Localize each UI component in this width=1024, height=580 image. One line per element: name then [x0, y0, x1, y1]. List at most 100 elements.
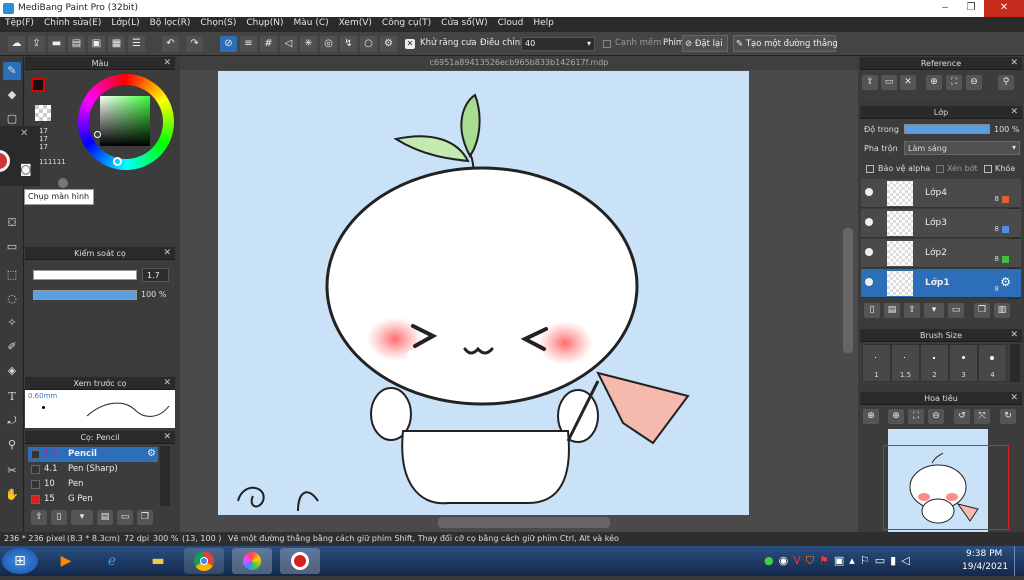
select-eraser-icon[interactable]: ◈	[3, 362, 21, 380]
tray-green-icon[interactable]: ●	[764, 554, 774, 568]
snap-checkbox[interactable]	[603, 40, 611, 48]
menu-color[interactable]: Màu (C)	[289, 17, 334, 32]
menu-window[interactable]: Cửa sổ(W)	[436, 17, 492, 32]
divide-tool-icon[interactable]: ✂	[3, 462, 21, 480]
brush-size-cell[interactable]: 1.5	[891, 344, 920, 382]
text-tool-icon[interactable]: T	[3, 388, 21, 406]
menu-layer[interactable]: Lớp(L)	[106, 17, 144, 32]
bucket-tool-icon[interactable]: ⛋	[3, 214, 21, 232]
document-icon[interactable]: ▤	[68, 36, 85, 52]
menu-filter[interactable]: Bộ lọc(R)	[145, 17, 196, 32]
tray-chevron-icon[interactable]: ▴	[849, 554, 855, 568]
protect-alpha-checkbox[interactable]	[866, 165, 874, 173]
document-tab[interactable]: c6951a89413526ecb965b833b142617f.mdp	[180, 56, 858, 70]
eye-icon[interactable]	[865, 188, 873, 196]
create-line-button[interactable]: ✎ Tạo một đường thẳng	[733, 35, 838, 52]
magic-wand-icon[interactable]: ✧	[3, 314, 21, 332]
folder-icon[interactable]: ▬	[138, 548, 178, 574]
undo-icon[interactable]: ↶	[162, 36, 179, 52]
media-player-icon[interactable]: ▶	[46, 548, 86, 574]
copy-icon[interactable]: ❐	[974, 303, 990, 318]
minimize-button[interactable]: ‒	[932, 0, 958, 17]
gear-icon[interactable]: ⚙	[380, 36, 397, 52]
redo-icon[interactable]: ↷	[186, 36, 203, 52]
zoom-out-icon[interactable]: ⊖	[928, 409, 944, 424]
rotate-right-icon[interactable]: ↻	[1000, 409, 1016, 424]
tray-display-icon[interactable]: ▭	[875, 554, 885, 568]
tray-network-icon[interactable]: ▮	[890, 554, 896, 568]
operation-tool-icon[interactable]: ⤾	[3, 412, 21, 430]
tray-flag-icon[interactable]: ⚑	[819, 554, 829, 568]
brush-size-cell[interactable]: 2	[920, 344, 949, 382]
dropper-icon[interactable]: ⚲	[998, 75, 1014, 90]
ellipse-icon[interactable]: ○	[360, 36, 377, 52]
brush-size-cell[interactable]: 1	[862, 344, 891, 382]
eye-icon[interactable]	[865, 248, 873, 256]
document-icon[interactable]: ▤	[884, 303, 900, 318]
clock-time[interactable]: 9:38 PM	[966, 549, 1002, 559]
zoom-in-icon[interactable]: ⊕	[888, 409, 904, 424]
palette-icon[interactable]	[58, 178, 68, 188]
gear-icon[interactable]: ⚙	[147, 448, 156, 459]
document-icon[interactable]: ▤	[97, 510, 113, 525]
start-icon[interactable]: ⊞	[2, 548, 38, 574]
gear-icon[interactable]: ⚙	[1000, 275, 1011, 289]
tray-target-icon[interactable]: ◉	[779, 554, 789, 568]
zoom-in-icon[interactable]: ⊕	[863, 409, 879, 424]
eraser-tool-icon[interactable]: ◆	[3, 86, 21, 104]
recorder-icon[interactable]	[280, 548, 320, 574]
menu-file[interactable]: Tệp(F)	[0, 17, 39, 32]
lasso-tool-icon[interactable]: ◌	[3, 290, 21, 308]
cloud-icon[interactable]: ☁	[8, 36, 25, 52]
add-brush-icon[interactable]: ⇧	[31, 510, 47, 525]
dropper-tool-icon[interactable]: ⚲	[3, 436, 21, 454]
list-icon[interactable]: ☰	[128, 36, 145, 52]
hue-ring[interactable]	[78, 74, 174, 170]
fullscreen-icon[interactable]: ⤧	[974, 409, 990, 424]
close-icon[interactable]: ✕	[900, 75, 916, 90]
close-icon[interactable]: ✕	[1010, 392, 1018, 405]
eye-icon[interactable]	[865, 218, 873, 226]
add-layer-icon[interactable]: ⇪	[904, 303, 920, 318]
chat-icon[interactable]: ▬	[48, 36, 65, 52]
radial-icon[interactable]: ✳	[300, 36, 317, 52]
fit-icon[interactable]: ⛶	[908, 409, 924, 424]
folder-icon[interactable]: ▭	[117, 510, 133, 525]
tray-flag-icon[interactable]: ⚐	[860, 554, 870, 568]
ie-icon[interactable]: ℯ	[92, 548, 132, 574]
clipping-checkbox[interactable]	[936, 165, 944, 173]
scrollbar[interactable]	[1010, 344, 1020, 382]
tray-shield-icon[interactable]: ⛉	[806, 554, 814, 568]
menu-select[interactable]: Chọn(S)	[195, 17, 241, 32]
hand-tool-icon[interactable]: ✋	[3, 486, 21, 504]
gradient-tool-icon[interactable]: ▭	[3, 238, 21, 256]
camera-icon[interactable]: ◙	[20, 162, 32, 176]
reset-button[interactable]: ⊘ Đặt lại	[682, 35, 728, 52]
layer-menu-icon[interactable]: ▾	[924, 303, 944, 318]
grid-icon[interactable]: ▦	[108, 36, 125, 52]
menu-edit[interactable]: Chỉnh sửa(E)	[39, 17, 106, 32]
new-file-icon[interactable]: ▯	[51, 510, 67, 525]
merge-icon[interactable]: ▥	[994, 303, 1010, 318]
brush-menu-icon[interactable]: ▾	[71, 510, 93, 525]
brush-opacity-slider[interactable]	[33, 290, 137, 300]
close-icon[interactable]: ✕	[1010, 329, 1018, 342]
adjust-select[interactable]: 40 ▾	[521, 37, 595, 51]
medibang-icon[interactable]	[232, 548, 272, 574]
record-icon[interactable]	[0, 150, 10, 172]
menu-cloud[interactable]: Cloud	[493, 17, 529, 32]
close-icon[interactable]: ✕	[163, 377, 171, 390]
folder-icon[interactable]: ▭	[881, 75, 897, 90]
tray-v-icon[interactable]: V	[793, 554, 801, 568]
close-icon[interactable]: ✕	[20, 128, 28, 139]
new-layer-icon[interactable]: ▯	[864, 303, 880, 318]
primary-color-swatch[interactable]	[31, 78, 45, 92]
drawing-canvas[interactable]	[218, 71, 749, 515]
show-desktop-button[interactable]	[1014, 546, 1024, 576]
menu-view[interactable]: Xem(V)	[334, 17, 377, 32]
brush-size-cell[interactable]: 4	[978, 344, 1007, 382]
select-pen-icon[interactable]: ✐	[3, 338, 21, 356]
copy-icon[interactable]: ❐	[137, 510, 153, 525]
close-icon[interactable]: ✕	[1010, 57, 1018, 70]
menu-capture[interactable]: Chụp(N)	[241, 17, 288, 32]
